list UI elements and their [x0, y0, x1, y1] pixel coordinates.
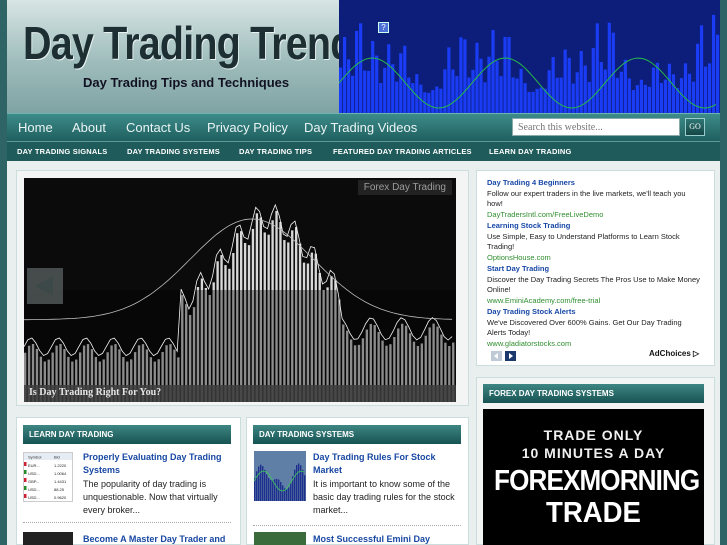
- subnav-day-trading-systems[interactable]: DAY TRADING SYSTEMS: [127, 147, 220, 156]
- widget-heading: FOREX DAY TRADING SYSTEMS: [483, 384, 704, 403]
- ad-url[interactable]: www.EminiAcademy.com/free-trial: [487, 296, 702, 307]
- post-divider: [23, 522, 231, 523]
- subnav-day-trading-signals[interactable]: DAY TRADING SIGNALS: [17, 147, 107, 156]
- main-nav: Home About Contact Us Privacy Policy Day…: [7, 113, 720, 141]
- ad-next-arrow-icon[interactable]: [505, 351, 516, 361]
- section-heading[interactable]: DAY TRADING SYSTEMS: [253, 425, 461, 444]
- banner-line: TRADE ONLY: [543, 427, 644, 443]
- post-excerpt: It is important to know some of the basi…: [254, 478, 462, 517]
- banner-line: 10 MINUTES A DAY: [521, 445, 666, 461]
- ad-text: Follow our expert traders in the live ma…: [487, 188, 686, 209]
- post-excerpt-text: The popularity of day trading is unquest…: [83, 479, 218, 515]
- forex-systems-widget: FOREX DAY TRADING SYSTEMS TRADE ONLY 10 …: [476, 377, 715, 545]
- post-title-link[interactable]: Day Trading Rules For Stock Market: [313, 451, 463, 477]
- slider-chart-image: [24, 178, 456, 402]
- ad-url[interactable]: DayTradersIntl.com/FreeLiveDemo: [487, 210, 702, 221]
- quotes-symbol: EUR...: [28, 463, 40, 468]
- quotes-header: Bid: [54, 455, 60, 460]
- quotes-header: Symbol: [28, 455, 41, 460]
- category-nav: DAY TRADING SIGNALS DAY TRADING SYSTEMS …: [7, 141, 720, 161]
- ad-title[interactable]: Start Day Trading: [487, 264, 702, 275]
- ad-title[interactable]: Day Trading 4 Beginners: [487, 178, 702, 189]
- featured-slider-panel: Forex Day Trading Is Day Trading Right F…: [16, 170, 469, 406]
- ad-item[interactable]: Start Day Trading Discover the Day Tradi…: [487, 264, 702, 306]
- search-go-button[interactable]: GO: [685, 118, 705, 136]
- nav-privacy-policy[interactable]: Privacy Policy: [207, 120, 288, 135]
- ad-item[interactable]: Day Trading Stock Alerts We've Discovere…: [487, 307, 702, 349]
- header-chart-graphic: [339, 0, 720, 113]
- subnav-learn-day-trading[interactable]: LEARN DAY TRADING: [489, 147, 572, 156]
- site-tagline: Day Trading Tips and Techniques: [83, 75, 290, 90]
- ad-item[interactable]: Day Trading 4 Beginners Follow our exper…: [487, 178, 702, 220]
- ad-url[interactable]: www.gladiatorstocks.com: [487, 339, 702, 350]
- post-thumbnail-quotes[interactable]: Symbol Bid EUR... 1.2220 USD... 1.0064 GBP... 1…: [23, 452, 73, 502]
- quotes-symbol: GBP...: [28, 479, 39, 484]
- forex-morning-trade-banner[interactable]: TRADE ONLY 10 MINUTES A DAY FOREXMORNING…: [483, 409, 704, 545]
- nav-home[interactable]: Home: [18, 120, 53, 135]
- nav-about[interactable]: About: [72, 120, 106, 135]
- banner-line: TRADE: [546, 497, 641, 529]
- post-title-link[interactable]: Become A Master Day Trader and: [83, 533, 235, 545]
- quotes-bid: 1.0064: [54, 471, 67, 476]
- site-logo-title[interactable]: Day Trading Trend: [23, 16, 354, 70]
- learn-day-trading-box: LEARN DAY TRADING Symbol Bid EUR... 1.2220 U…: [16, 417, 241, 545]
- header-badge-icon: ?: [378, 22, 389, 33]
- quotes-bid: 0.9620: [54, 495, 67, 500]
- page: Day Trading Trend Day Trading Tips and T…: [7, 0, 720, 545]
- ad-url[interactable]: OptionsHouse.com: [487, 253, 702, 264]
- ad-text: We've Discovered Over 600% Gains. Get Ou…: [487, 317, 682, 338]
- slider-tag[interactable]: Forex Day Trading: [357, 180, 452, 195]
- ad-text: Use Simple, Easy to Understand Platforms…: [487, 231, 680, 252]
- nav-contact-us[interactable]: Contact Us: [126, 120, 190, 135]
- quotes-bid: 1.4431: [54, 479, 67, 484]
- quotes-symbol: USD...: [28, 495, 40, 500]
- section-heading[interactable]: LEARN DAY TRADING: [23, 425, 231, 444]
- subnav-featured-articles[interactable]: FEATURED DAY TRADING ARTICLES: [333, 147, 472, 156]
- post-excerpt-text: It is important to know some of the basi…: [313, 479, 455, 515]
- search-input[interactable]: [512, 118, 680, 136]
- ad-title[interactable]: Learning Stock Trading: [487, 221, 702, 232]
- banner-line: FOREXMORNING: [494, 465, 700, 497]
- quotes-bid: 88.25: [54, 487, 65, 492]
- post-thumbnail[interactable]: [23, 532, 73, 545]
- quotes-table-image: Symbol Bid EUR... 1.2220 USD... 1.0064 GBP... 1…: [24, 453, 72, 500]
- post-divider: [253, 525, 461, 526]
- day-trading-systems-box: DAY TRADING SYSTEMS Day Trading Rules Fo…: [246, 417, 469, 545]
- quotes-symbol: USD...: [28, 471, 40, 476]
- adchoices-icon: ▷: [693, 349, 700, 358]
- post-title-link[interactable]: Properly Evaluating Day Trading Systems: [83, 451, 235, 477]
- ad-item[interactable]: Learning Stock Trading Use Simple, Easy …: [487, 221, 702, 263]
- slider-prev-arrow-icon[interactable]: [27, 268, 63, 304]
- ad-title[interactable]: Day Trading Stock Alerts: [487, 307, 702, 318]
- subnav-day-trading-tips[interactable]: DAY TRADING TIPS: [239, 147, 312, 156]
- site-header: Day Trading Trend Day Trading Tips and T…: [7, 0, 720, 113]
- adchoices-link[interactable]: AdChoices ▷: [649, 349, 699, 358]
- quotes-bid: 1.2220: [54, 463, 67, 468]
- slider-caption[interactable]: Is Day Trading Right For You?: [24, 385, 456, 402]
- post-title-link[interactable]: Most Successful Emini Day: [313, 533, 463, 545]
- text-ads-block: Day Trading 4 Beginners Follow our exper…: [476, 170, 715, 366]
- post-thumbnail[interactable]: [254, 532, 306, 545]
- ad-prev-arrow-icon[interactable]: [491, 351, 502, 361]
- nav-day-trading-videos[interactable]: Day Trading Videos: [304, 120, 417, 135]
- featured-slider[interactable]: Forex Day Trading Is Day Trading Right F…: [24, 178, 456, 402]
- adchoices-label[interactable]: AdChoices: [649, 349, 691, 358]
- quotes-symbol: USD...: [28, 487, 40, 492]
- post-excerpt: The popularity of day trading is unquest…: [83, 478, 235, 517]
- ad-text: Discover the Day Trading Secrets The Pro…: [487, 274, 700, 295]
